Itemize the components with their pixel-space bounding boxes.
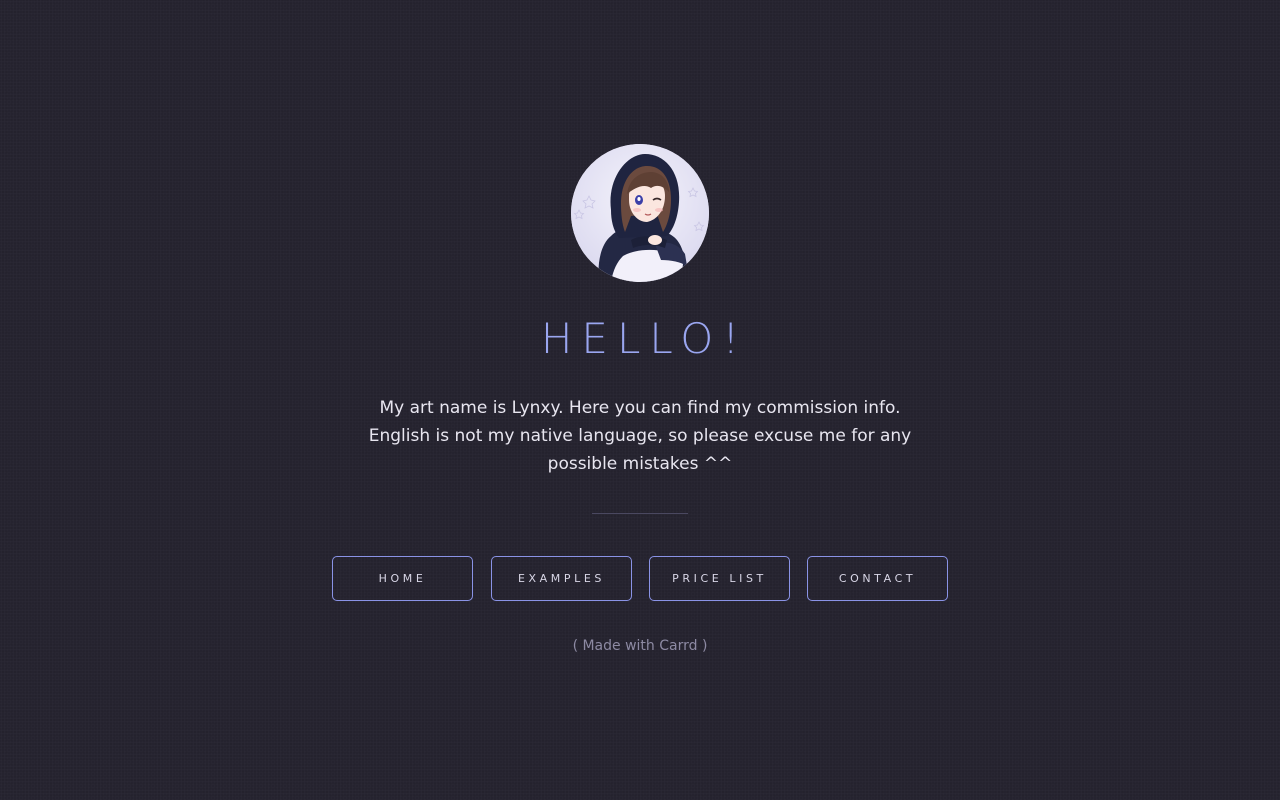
price-list-button[interactable]: PRICE LIST <box>649 556 790 601</box>
intro-line-1: My art name is Lynxy. Here you can find … <box>379 398 901 418</box>
page-title: HELLO! <box>540 314 749 363</box>
intro-line-2: English is not my native language, so pl… <box>368 426 912 474</box>
avatar <box>571 144 709 282</box>
intro-text: My art name is Lynxy. Here you can find … <box>340 394 940 478</box>
divider <box>592 513 688 514</box>
avatar-illustration <box>571 144 709 282</box>
nav-buttons: HOME EXAMPLES PRICE LIST CONTACT <box>332 556 948 601</box>
contact-button[interactable]: CONTACT <box>807 556 948 601</box>
page: HELLO! My art name is Lynxy. Here you ca… <box>0 0 1280 800</box>
examples-button[interactable]: EXAMPLES <box>491 556 632 601</box>
home-button[interactable]: HOME <box>332 556 473 601</box>
made-with-carrd-link[interactable]: ( Made with Carrd ) <box>0 636 1280 656</box>
